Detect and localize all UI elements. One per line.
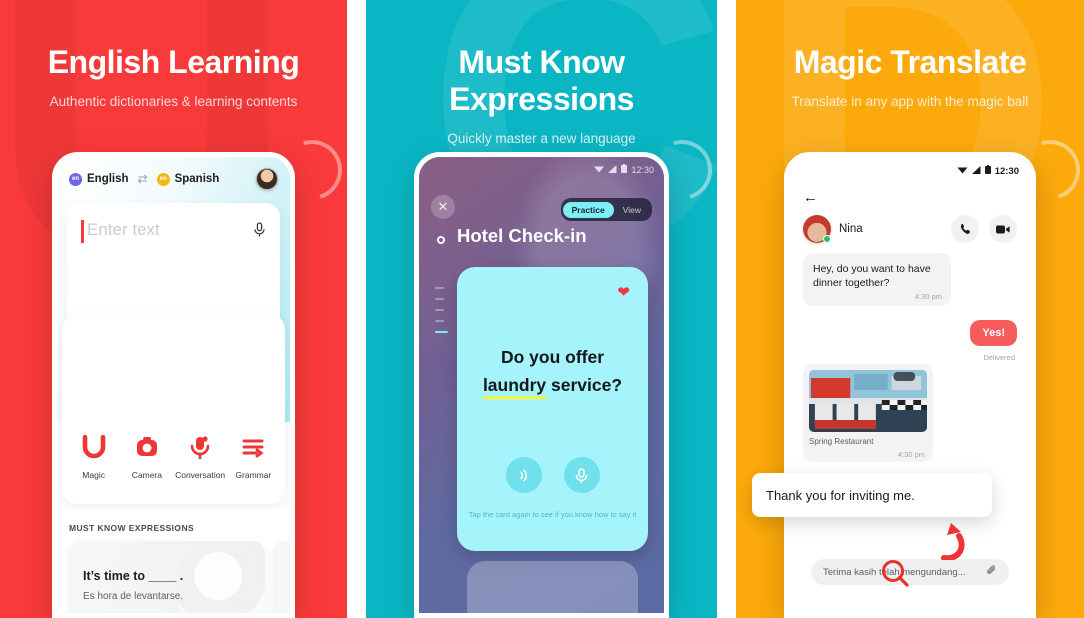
paperclip-icon[interactable] bbox=[986, 565, 997, 579]
lesson-status-dot bbox=[437, 236, 445, 244]
curved-arrow-icon bbox=[938, 520, 972, 565]
magic-u-icon bbox=[81, 434, 107, 464]
phone-mockup-1: en English ⇄ es Spanish Enter text Magic… bbox=[52, 152, 295, 618]
section-title: MUST KNOW EXPRESSIONS bbox=[69, 523, 195, 533]
message-bubble-media[interactable]: Spring Restaurant 4:30 pm bbox=[803, 364, 933, 462]
text-caret bbox=[81, 220, 84, 243]
panel-divider bbox=[347, 0, 366, 618]
page-title: Must Know Expressions bbox=[449, 44, 634, 117]
panel-magic-translate: D Magic Translate Translate in any app w… bbox=[736, 0, 1084, 618]
card-action-buttons bbox=[457, 457, 648, 493]
message-time: 4:30 pm bbox=[897, 450, 925, 459]
language-bar: en English ⇄ es Spanish bbox=[57, 157, 290, 201]
battery-icon bbox=[984, 165, 991, 177]
action-grammar[interactable]: Grammar bbox=[227, 435, 279, 480]
action-label: Grammar bbox=[235, 470, 272, 480]
card-line-2: laundry service? bbox=[457, 375, 648, 399]
progress-ticks bbox=[435, 287, 448, 333]
back-arrow-icon[interactable]: ← bbox=[803, 189, 818, 206]
next-flashcard[interactable] bbox=[467, 561, 638, 613]
toggle-view[interactable]: View bbox=[614, 202, 650, 218]
target-language-label: Spanish bbox=[174, 173, 220, 185]
card-hint-text: Tap the card again to see if you know ho… bbox=[468, 510, 637, 519]
action-label: Camera bbox=[131, 470, 162, 480]
lesson-title: Hotel Check-in bbox=[457, 225, 587, 246]
must-know-section: MUST KNOW EXPRESSIONS › It’s time to ___… bbox=[57, 509, 290, 613]
page-subtitle: Authentic dictionaries & learning conten… bbox=[49, 94, 298, 109]
toggle-practice[interactable]: Practice bbox=[562, 201, 614, 218]
message-bubble-incoming: Hey, do you want to have dinner together… bbox=[803, 253, 951, 307]
screenshot-stage: U English Learning Authentic dictionarie… bbox=[0, 0, 1084, 618]
wifi-icon bbox=[957, 166, 968, 177]
panel-english-learning: U English Learning Authentic dictionarie… bbox=[0, 0, 347, 618]
page-title: Magic Translate bbox=[793, 44, 1027, 80]
signal-icon bbox=[608, 164, 617, 175]
translation-tooltip: Thank you for inviting me. bbox=[752, 473, 992, 517]
grammar-lines-icon bbox=[240, 435, 266, 464]
action-magic[interactable]: Magic bbox=[68, 434, 120, 480]
wifi-icon bbox=[594, 165, 605, 175]
expression-photo bbox=[175, 541, 265, 613]
message-input-bar[interactable]: Terima kasih telah mengundang... bbox=[811, 559, 1009, 585]
tool-action-row: Magic Camera Conversation Grammar bbox=[57, 434, 290, 480]
expression-card[interactable]: It’s time to ____ . Es hora de levantars… bbox=[69, 541, 265, 613]
action-label: Conversation bbox=[175, 470, 226, 480]
expression-flashcard[interactable]: ❤ Do you offer laundry service? Tap the … bbox=[457, 267, 648, 551]
message-status: Delivered bbox=[983, 353, 1015, 362]
target-language-chip[interactable]: es Spanish bbox=[156, 172, 220, 186]
conversation-mic-icon bbox=[187, 435, 213, 464]
microphone-icon[interactable] bbox=[563, 457, 600, 493]
contact-name: Nina bbox=[839, 223, 863, 235]
close-icon[interactable]: ✕ bbox=[431, 195, 455, 219]
avatar[interactable] bbox=[256, 168, 278, 190]
expression-spanish: Es hora de levantarse. bbox=[83, 591, 184, 602]
card-line-1: Do you offer bbox=[500, 347, 605, 367]
magnifier-icon bbox=[880, 558, 910, 588]
lang-badge-es: es bbox=[156, 172, 170, 186]
media-caption: Spring Restaurant bbox=[809, 437, 874, 446]
page-subtitle: Translate in any app with the magic ball bbox=[791, 94, 1029, 109]
highlighted-word: laundry bbox=[482, 375, 547, 399]
expression-card-next[interactable] bbox=[273, 541, 290, 613]
action-camera[interactable]: Camera bbox=[121, 435, 173, 480]
panel-must-know-expressions: C Must Know Expressions Quickly master a… bbox=[366, 0, 717, 618]
signal-icon bbox=[971, 165, 981, 177]
page-title: English Learning bbox=[47, 44, 300, 80]
status-time: 12:30 bbox=[994, 165, 1019, 177]
heart-icon[interactable]: ❤ bbox=[617, 283, 630, 301]
source-language-label: English bbox=[87, 173, 129, 185]
video-camera-icon[interactable] bbox=[989, 215, 1017, 243]
restaurant-photo bbox=[809, 370, 927, 432]
status-time: 12:30 bbox=[631, 164, 654, 175]
tooltip-text: Thank you for inviting me. bbox=[766, 487, 915, 503]
battery-icon bbox=[621, 164, 628, 175]
panel-divider bbox=[717, 0, 736, 618]
speaker-icon[interactable] bbox=[505, 457, 542, 493]
search-input-placeholder: Enter text bbox=[87, 220, 160, 239]
lang-badge-en: en bbox=[69, 172, 82, 186]
swap-horizontal-icon[interactable]: ⇄ bbox=[138, 172, 148, 186]
page-subtitle: Quickly master a new language bbox=[447, 131, 636, 146]
status-bar: 12:30 bbox=[594, 164, 654, 175]
phone-call-icon[interactable] bbox=[951, 215, 979, 243]
status-bar: 12:30 bbox=[957, 165, 1019, 177]
phone-mockup-2: 12:30 ✕ Practice View Hotel Check-in ❤ D… bbox=[414, 152, 669, 618]
microphone-icon[interactable] bbox=[253, 222, 266, 243]
phone-mockup-3: 12:30 ← Nina Hey, do you want to have di… bbox=[784, 152, 1036, 618]
message-text: Hey, do you want to have dinner together… bbox=[813, 263, 931, 290]
online-status-dot bbox=[823, 235, 831, 243]
chevron-right-icon[interactable]: › bbox=[177, 522, 180, 532]
message-bubble-outgoing: Yes! bbox=[970, 320, 1017, 346]
expression-english: It’s time to ____ . bbox=[83, 569, 184, 583]
practice-view-toggle[interactable]: Practice View bbox=[560, 198, 652, 221]
action-label: Magic bbox=[82, 470, 105, 480]
card-line-2-rest: service? bbox=[546, 375, 623, 395]
camera-icon bbox=[134, 435, 160, 464]
action-conversation[interactable]: Conversation bbox=[174, 435, 226, 480]
source-language-chip[interactable]: en English bbox=[69, 172, 129, 186]
message-time: 4:30 pm bbox=[914, 292, 942, 302]
